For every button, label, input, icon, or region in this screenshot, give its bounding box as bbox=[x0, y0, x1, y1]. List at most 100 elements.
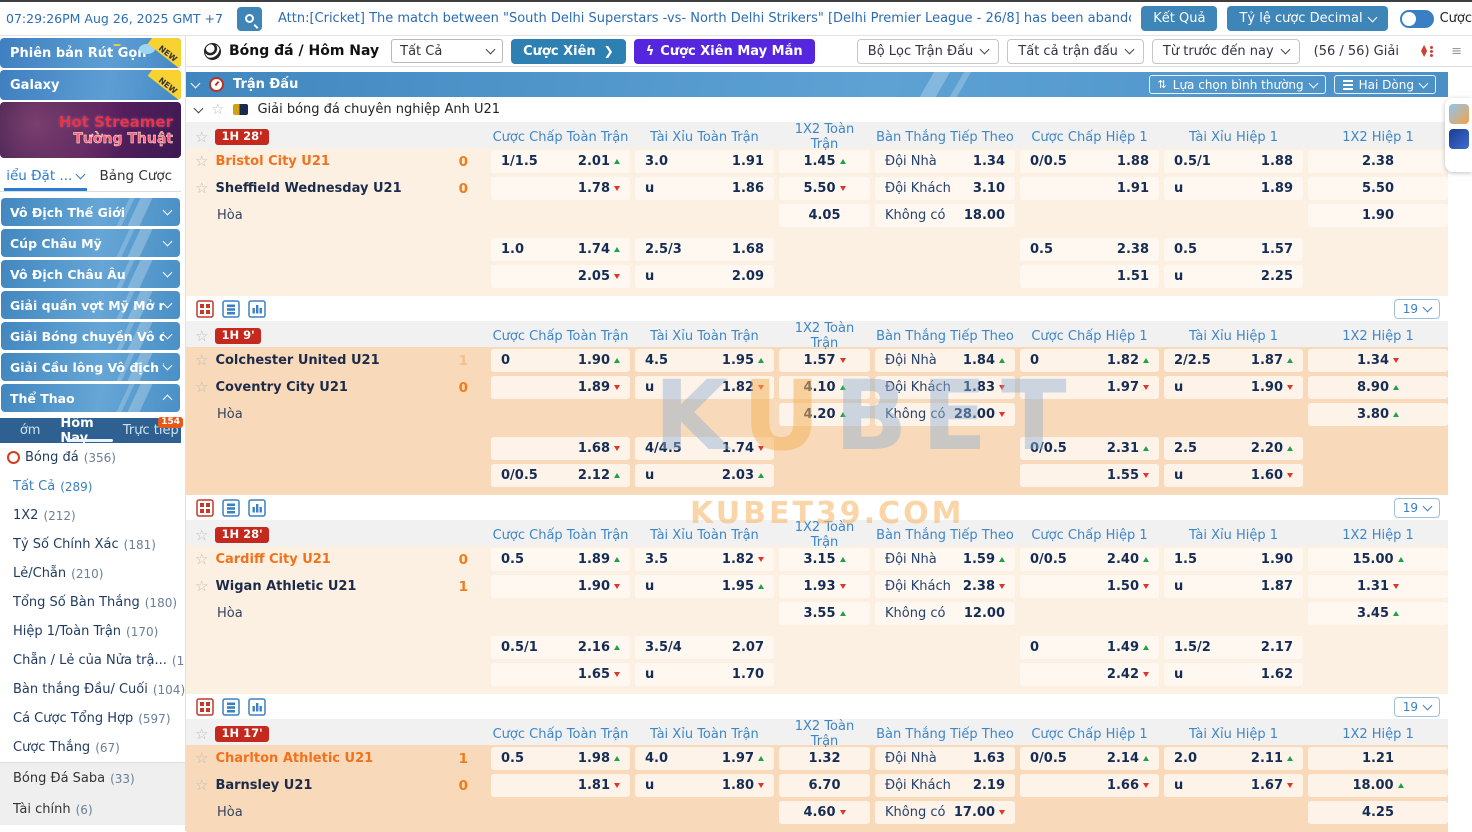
handicap-odds-cell[interactable]: 1.78 bbox=[491, 177, 630, 200]
match-filter-dropdown[interactable]: Bộ Lọc Trận Đấu bbox=[857, 39, 999, 64]
date-range-dropdown[interactable]: Từ trước đến nay bbox=[1152, 39, 1300, 64]
favorite-star-icon[interactable]: ☆ bbox=[195, 579, 208, 594]
next-goal-odds-cell[interactable]: Đội Khách2.19 bbox=[875, 774, 1015, 797]
handicap-h1-odds-cell[interactable]: 2.42 bbox=[1020, 663, 1159, 686]
over-under-odds-cell[interactable]: u1.82 bbox=[635, 376, 774, 399]
tab-bet-board[interactable]: Bảng Cược bbox=[91, 160, 182, 191]
over-under-odds-cell[interactable]: u2.03 bbox=[635, 464, 774, 487]
handicap-odds-cell[interactable]: 1.65 bbox=[491, 663, 630, 686]
1x2-odds-cell[interactable]: 15.00 bbox=[1308, 548, 1448, 571]
time-tab-2[interactable]: Trực tiếp154 bbox=[121, 418, 181, 443]
sidebar-menu-item-7[interactable]: Chẵn / Lẻ của Nửa trậ...(169) bbox=[0, 646, 185, 675]
1x2-odds-cell[interactable]: 1.21 bbox=[1308, 747, 1448, 770]
normal-selection-button[interactable]: ⇅ Lựa chọn bình thường bbox=[1149, 75, 1326, 94]
banner-compact-version[interactable]: Phiên bản Rút Gọn NEW bbox=[0, 38, 181, 68]
1x2-odds-cell[interactable]: 6.70 bbox=[779, 774, 870, 797]
favorite-star-icon[interactable]: ☆ bbox=[195, 154, 208, 169]
handicap-odds-cell[interactable]: 0.51.98 bbox=[491, 747, 630, 770]
grid-market-icon[interactable] bbox=[196, 499, 214, 517]
handicap-h1-odds-cell[interactable]: 0/0.52.14 bbox=[1020, 747, 1159, 770]
sidebar-accordion-0[interactable]: Vô Địch Thế Giới bbox=[1, 198, 180, 226]
next-goal-odds-cell[interactable]: Không có28.00 bbox=[875, 403, 1015, 426]
1x2-odds-cell[interactable]: 1.57 bbox=[779, 349, 870, 372]
over-under-h1-odds-cell[interactable]: u1.90 bbox=[1164, 376, 1303, 399]
chevron-down-icon[interactable] bbox=[191, 78, 201, 88]
1x2-odds-cell[interactable]: 4.20 bbox=[779, 403, 870, 426]
all-matches-dropdown[interactable]: Tất cả trận đấu bbox=[1007, 39, 1144, 64]
more-markets-dropdown[interactable]: 19 bbox=[1394, 498, 1440, 518]
1x2-odds-cell[interactable]: 4.25 bbox=[1308, 801, 1448, 824]
next-goal-odds-cell[interactable]: Đội Khách2.38 bbox=[875, 575, 1015, 598]
over-under-odds-cell[interactable]: 3.01.91 bbox=[635, 150, 774, 173]
results-button[interactable]: Kết Quả bbox=[1141, 6, 1217, 31]
sidebar-menu-item-10[interactable]: Cược Thắng(67) bbox=[0, 733, 185, 762]
grid-market-icon[interactable] bbox=[196, 698, 214, 716]
1x2-odds-cell[interactable]: 4.60 bbox=[779, 801, 870, 824]
next-goal-odds-cell[interactable]: Không có12.00 bbox=[875, 602, 1015, 625]
handicap-odds-cell[interactable]: 1.90 bbox=[491, 575, 630, 598]
1x2-odds-cell[interactable]: 3.80 bbox=[1308, 403, 1448, 426]
handicap-h1-odds-cell[interactable]: 0.52.38 bbox=[1020, 238, 1159, 261]
over-under-h1-odds-cell[interactable]: 0.5/11.88 bbox=[1164, 150, 1303, 173]
handicap-odds-cell[interactable]: 1.89 bbox=[491, 376, 630, 399]
over-under-h1-odds-cell[interactable]: u2.25 bbox=[1164, 265, 1303, 288]
1x2-odds-cell[interactable]: 3.15 bbox=[779, 548, 870, 571]
more-markets-dropdown[interactable]: 19 bbox=[1394, 299, 1440, 319]
over-under-h1-odds-cell[interactable]: u1.67 bbox=[1164, 774, 1303, 797]
grid-market-icon[interactable] bbox=[196, 300, 214, 318]
chevron-down-icon[interactable] bbox=[194, 103, 204, 113]
handicap-h1-odds-cell[interactable]: 0/0.52.40 bbox=[1020, 548, 1159, 571]
next-goal-odds-cell[interactable]: Đội Nhà1.84 bbox=[875, 349, 1015, 372]
handicap-h1-odds-cell[interactable]: 0/0.51.88 bbox=[1020, 150, 1159, 173]
over-under-h1-odds-cell[interactable]: 2.02.11 bbox=[1164, 747, 1303, 770]
list-market-icon[interactable] bbox=[222, 499, 240, 517]
handicap-odds-cell[interactable]: 0.5/12.16 bbox=[491, 636, 630, 659]
handicap-odds-cell[interactable]: 0/0.52.12 bbox=[491, 464, 630, 487]
1x2-odds-cell[interactable]: 1.90 bbox=[1308, 204, 1448, 227]
1x2-odds-cell[interactable]: 1.32 bbox=[779, 747, 870, 770]
sidebar-menu-item-9[interactable]: Cá Cược Tổng Hợp(597) bbox=[0, 704, 185, 733]
floating-thumbnail-icon[interactable] bbox=[1449, 104, 1469, 124]
favorite-star-icon[interactable]: ☆ bbox=[211, 102, 224, 117]
1x2-odds-cell[interactable]: 2.38 bbox=[1308, 150, 1448, 173]
1x2-odds-cell[interactable]: 1.34 bbox=[1308, 349, 1448, 372]
list-market-icon[interactable] bbox=[222, 698, 240, 716]
list-market-icon[interactable] bbox=[222, 300, 240, 318]
over-under-h1-odds-cell[interactable]: u1.87 bbox=[1164, 575, 1303, 598]
handicap-h1-odds-cell[interactable]: 1.55 bbox=[1020, 464, 1159, 487]
handicap-h1-odds-cell[interactable]: 1.50 bbox=[1020, 575, 1159, 598]
over-under-odds-cell[interactable]: 2.5/31.68 bbox=[635, 238, 774, 261]
favorite-star-icon[interactable]: ☆ bbox=[195, 130, 208, 145]
handicap-odds-cell[interactable]: 0.51.89 bbox=[491, 548, 630, 571]
more-markets-dropdown[interactable]: 19 bbox=[1394, 697, 1440, 717]
favorite-star-icon[interactable]: ☆ bbox=[195, 181, 208, 196]
over-under-odds-cell[interactable]: 3.51.82 bbox=[635, 548, 774, 571]
sidebar-menu-item-5[interactable]: Tổng Số Bàn Thắng(180) bbox=[0, 588, 185, 617]
search-button[interactable] bbox=[237, 7, 262, 31]
1x2-odds-cell[interactable]: 5.50 bbox=[1308, 177, 1448, 200]
1x2-odds-cell[interactable]: 3.55 bbox=[779, 602, 870, 625]
next-goal-odds-cell[interactable]: Đội Nhà1.59 bbox=[875, 548, 1015, 571]
handicap-odds-cell[interactable]: 1/1.52.01 bbox=[491, 150, 630, 173]
floating-thumbnail-icon[interactable] bbox=[1449, 129, 1469, 149]
sidebar-accordion-5[interactable]: Giải Cầu lông Vô địch T... bbox=[1, 353, 180, 381]
sort-icon[interactable]: ▲▼ bbox=[1421, 45, 1433, 57]
over-under-odds-cell[interactable]: 4.01.97 bbox=[635, 747, 774, 770]
favorite-star-icon[interactable]: ☆ bbox=[195, 778, 208, 793]
over-under-h1-odds-cell[interactable]: u1.60 bbox=[1164, 464, 1303, 487]
1x2-odds-cell[interactable]: 4.05 bbox=[779, 204, 870, 227]
odds-toggle[interactable] bbox=[1400, 10, 1434, 28]
favorite-star-icon[interactable]: ☆ bbox=[195, 329, 208, 344]
handicap-odds-cell[interactable]: 1.81 bbox=[491, 774, 630, 797]
banner-hot-streamer[interactable]: Hot Streamer Tường Thuật bbox=[0, 102, 181, 158]
over-under-h1-odds-cell[interactable]: 1.5/22.17 bbox=[1164, 636, 1303, 659]
favorite-star-icon[interactable]: ☆ bbox=[195, 528, 208, 543]
handicap-h1-odds-cell[interactable]: 01.82 bbox=[1020, 349, 1159, 372]
stats-chart-icon[interactable] bbox=[248, 499, 266, 517]
handicap-odds-cell[interactable]: 2.05 bbox=[491, 265, 630, 288]
time-tab-1[interactable]: Hôm Nay bbox=[60, 418, 120, 443]
over-under-odds-cell[interactable]: 4.51.95 bbox=[635, 349, 774, 372]
over-under-odds-cell[interactable]: u1.70 bbox=[635, 663, 774, 686]
1x2-odds-cell[interactable]: 3.45 bbox=[1308, 602, 1448, 625]
next-goal-odds-cell[interactable]: Đội Khách3.10 bbox=[875, 177, 1015, 200]
